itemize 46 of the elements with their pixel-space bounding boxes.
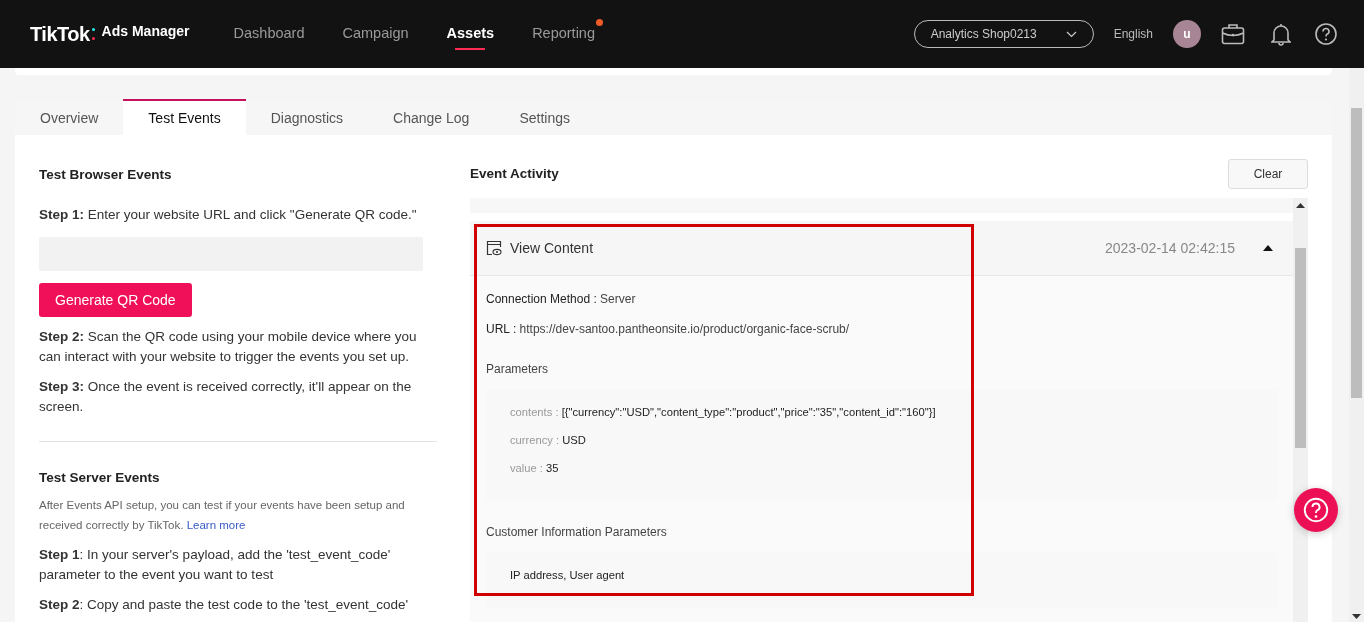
nav-item[interactable]: Dashboard bbox=[233, 0, 305, 68]
step-text: Step 1: Enter your website URL and click "Generate QR code." bbox=[39, 206, 418, 225]
parameters-heading: Parameters bbox=[486, 361, 550, 378]
event-time: 2023-02-14 02:42:15 bbox=[1105, 238, 1235, 258]
parameter-text: value : 35 bbox=[510, 460, 560, 476]
step-text: Step 3: Once the event is received correctly, it'll appear on the screen. bbox=[39, 378, 413, 417]
scrollbar-thumb[interactable] bbox=[1351, 108, 1362, 398]
section-title: Event Activity bbox=[470, 164, 559, 183]
language-selector[interactable]: English bbox=[1113, 25, 1153, 43]
logo-colon-icon bbox=[91, 28, 96, 40]
section-title: Test Browser Events bbox=[39, 166, 173, 184]
product-name: Ads Manager bbox=[101, 21, 190, 41]
event-url-text: URL : https://dev-santoo.pantheonsite.io/product/organic-face-scrub/ bbox=[486, 321, 851, 338]
step-text: Step 2: Scan the QR code using your mobile device where you can interact with your website to trigger the events you set up. bbox=[39, 328, 418, 367]
help-icon[interactable] bbox=[1315, 23, 1337, 45]
scroll-down-icon[interactable] bbox=[1352, 614, 1361, 619]
parameter-text: contents : [{"currency":"USD","content_type":"product","price":"35","content_id":"160"}] bbox=[510, 405, 937, 420]
help-icon bbox=[1303, 497, 1329, 523]
tab[interactable]: Overview bbox=[15, 99, 124, 135]
customer-info-heading: Customer Information Parameters bbox=[486, 524, 668, 542]
tab[interactable]: Settings bbox=[494, 99, 595, 135]
description-text: After Events API setup, you can test if your events have been setup and received correctly by TikTok. Learn more bbox=[39, 497, 406, 533]
learn-more-link[interactable]: Learn more bbox=[186, 518, 246, 531]
section-title: Test Server Events bbox=[39, 469, 161, 488]
parameter-text: currency : USD bbox=[510, 432, 587, 448]
nav-item[interactable]: Assets bbox=[446, 0, 495, 68]
tab[interactable]: Change Log bbox=[368, 99, 495, 135]
bell-icon[interactable] bbox=[1271, 22, 1291, 46]
generate-qr-button[interactable]: Generate QR Code bbox=[39, 283, 192, 318]
step-text: Step 1: In your server's payload, add the 'test_event_code' parameter to the event you want to test bbox=[39, 545, 392, 584]
nav-item[interactable]: Campaign bbox=[342, 0, 409, 68]
scroll-up-icon[interactable] bbox=[1296, 203, 1305, 208]
collapse-caret-icon[interactable] bbox=[1263, 245, 1273, 251]
nav-item[interactable]: Reporting bbox=[532, 0, 595, 68]
briefcase-icon[interactable] bbox=[1221, 23, 1245, 45]
clear-button[interactable]: Clear bbox=[1228, 159, 1308, 189]
logo: TikTok bbox=[30, 22, 90, 47]
event-name: View Content bbox=[510, 238, 593, 258]
chevron-down-icon bbox=[1065, 30, 1077, 38]
tab[interactable]: Test Events bbox=[123, 99, 246, 135]
customer-info-text: IP address, User agent bbox=[510, 568, 626, 584]
browser-eye-icon bbox=[486, 240, 502, 256]
tab[interactable]: Diagnostics bbox=[245, 99, 369, 135]
connection-method-text: Connection Method : Server bbox=[486, 291, 637, 308]
scrollbar-thumb[interactable] bbox=[1295, 248, 1306, 448]
step-text: Step 2: Copy and paste the test code to the 'test_event_code' bbox=[39, 595, 410, 614]
